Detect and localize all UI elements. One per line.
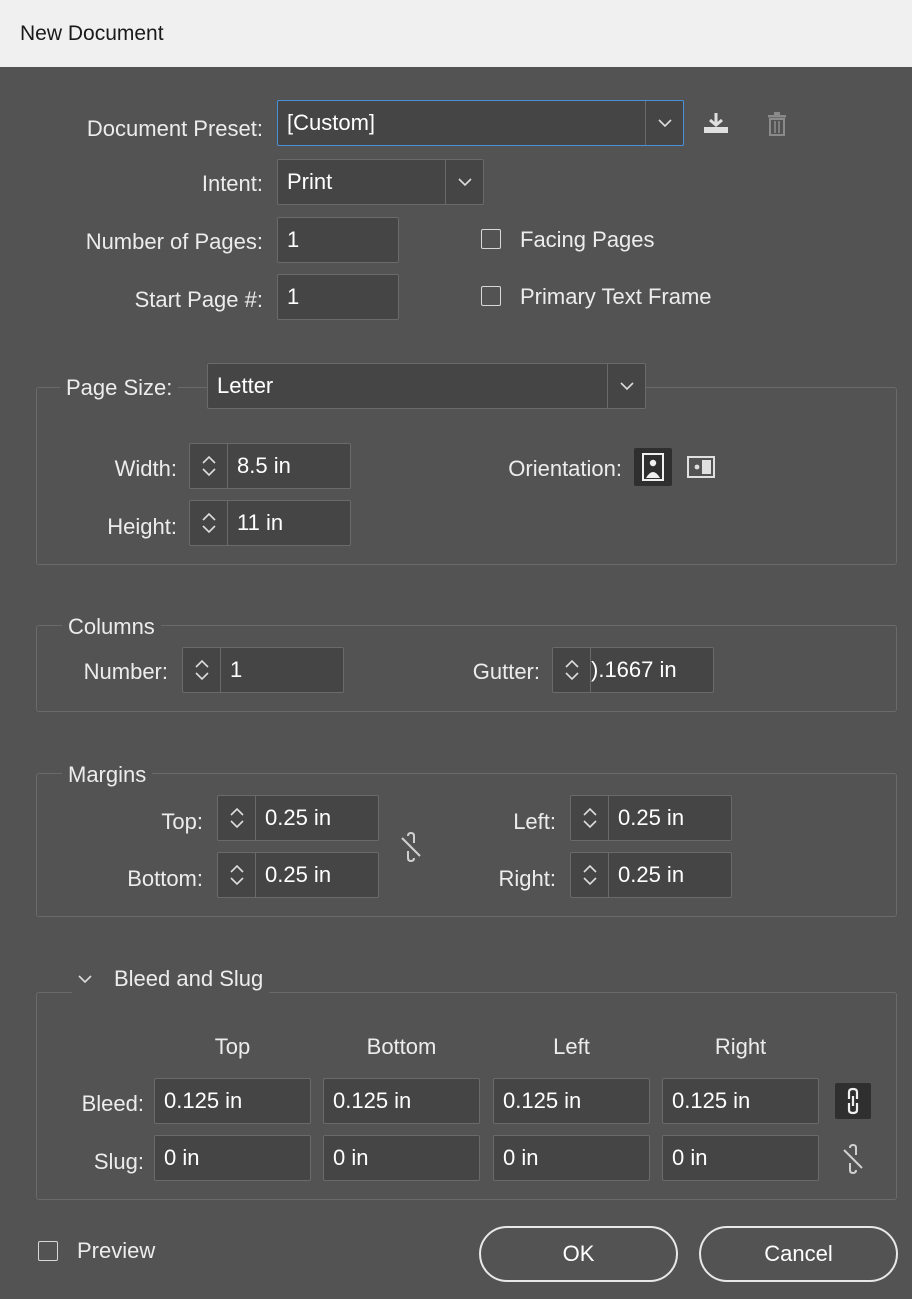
- facing-pages-label: Facing Pages: [520, 227, 655, 252]
- margin-top-label: Top:: [161, 809, 203, 834]
- ok-button[interactable]: OK: [479, 1226, 678, 1282]
- start-page-input[interactable]: 1: [277, 274, 399, 320]
- gutter-label: Gutter:: [472, 659, 540, 684]
- slug-top-value: 0 in: [164, 1145, 200, 1170]
- facing-pages-checkbox[interactable]: [481, 229, 501, 249]
- bleed-header-bottom: Bottom: [366, 1034, 437, 1059]
- preset-value: [Custom]: [287, 110, 376, 135]
- columns-number-input[interactable]: 1: [182, 647, 344, 693]
- stepper-icon[interactable]: [218, 853, 256, 897]
- bleed-right-input[interactable]: 0.125 in: [662, 1078, 819, 1124]
- cancel-button[interactable]: Cancel: [699, 1226, 898, 1282]
- gutter-input[interactable]: ).1667 in: [552, 647, 714, 693]
- bleed-slug-toggle[interactable]: Bleed and Slug: [72, 964, 270, 994]
- margin-bottom-value: 0.25 in: [265, 862, 332, 887]
- bleed-header-left: Left: [553, 1034, 590, 1059]
- margins-title: Margins: [62, 760, 153, 790]
- margin-right-value: 0.25 in: [618, 862, 685, 887]
- margin-bottom-label: Bottom:: [127, 866, 203, 891]
- chevron-down-icon[interactable]: [645, 101, 683, 145]
- preview-checkbox[interactable]: [38, 1241, 58, 1261]
- stepper-icon[interactable]: [571, 853, 609, 897]
- number-of-pages-label: Number of Pages:: [85, 229, 263, 254]
- slug-label: Slug:: [93, 1149, 144, 1174]
- broken-link-icon[interactable]: [836, 1142, 870, 1176]
- page-size-label: Page Size:: [60, 373, 179, 403]
- chevron-down-icon: [78, 974, 92, 983]
- link-icon[interactable]: [835, 1083, 871, 1119]
- bleed-bottom-value: 0.125 in: [333, 1088, 412, 1113]
- bleed-header-top: Top: [214, 1034, 251, 1059]
- stepper-icon[interactable]: [553, 648, 591, 692]
- height-value: 11 in: [237, 510, 284, 535]
- slug-right-value: 0 in: [672, 1145, 708, 1170]
- bleed-header-right: Right: [714, 1034, 767, 1059]
- columns-number-label: Number:: [83, 659, 168, 684]
- margin-left-value: 0.25 in: [618, 805, 685, 830]
- preview-label: Preview: [77, 1238, 156, 1263]
- stepper-icon[interactable]: [183, 648, 221, 692]
- number-of-pages-input[interactable]: 1: [277, 217, 399, 263]
- margin-top-value: 0.25 in: [265, 805, 332, 830]
- slug-bottom-value: 0 in: [333, 1145, 369, 1170]
- width-input[interactable]: 8.5 in: [189, 443, 351, 489]
- gutter-value: ).1667 in: [591, 657, 677, 682]
- margin-left-label: Left:: [513, 809, 556, 834]
- slug-right-input[interactable]: 0 in: [662, 1135, 819, 1181]
- slug-left-input[interactable]: 0 in: [493, 1135, 650, 1181]
- trash-icon[interactable]: [760, 107, 794, 141]
- slug-left-value: 0 in: [503, 1145, 539, 1170]
- broken-link-icon[interactable]: [394, 830, 428, 864]
- bleed-label: Bleed:: [81, 1091, 144, 1116]
- intent-value: Print: [287, 169, 333, 194]
- height-label: Height:: [107, 514, 177, 539]
- stepper-icon[interactable]: [190, 501, 228, 545]
- preset-label: Document Preset:: [86, 116, 263, 141]
- primary-text-frame-checkbox[interactable]: [481, 286, 501, 306]
- margin-top-input[interactable]: 0.25 in: [217, 795, 379, 841]
- columns-title: Columns: [62, 612, 161, 642]
- margin-right-label: Right:: [498, 866, 556, 891]
- bleed-left-value: 0.125 in: [503, 1088, 582, 1113]
- preset-dropdown[interactable]: [Custom]: [277, 100, 684, 146]
- number-of-pages-value: 1: [287, 227, 300, 252]
- margin-left-input[interactable]: 0.25 in: [570, 795, 732, 841]
- stepper-icon[interactable]: [218, 796, 256, 840]
- new-document-dialog: Document Preset: [Custom] Intent: Print …: [0, 67, 912, 1299]
- window-title: New Document: [0, 0, 912, 67]
- slug-bottom-input[interactable]: 0 in: [323, 1135, 480, 1181]
- page-size-value: Letter: [217, 373, 274, 398]
- slug-top-input[interactable]: 0 in: [154, 1135, 311, 1181]
- primary-text-frame-label: Primary Text Frame: [520, 284, 712, 309]
- stepper-icon[interactable]: [190, 444, 228, 488]
- margin-bottom-input[interactable]: 0.25 in: [217, 852, 379, 898]
- chevron-down-icon[interactable]: [445, 160, 483, 204]
- bleed-top-value: 0.125 in: [164, 1088, 243, 1113]
- chevron-down-icon[interactable]: [607, 364, 645, 408]
- bleed-top-input[interactable]: 0.125 in: [154, 1078, 311, 1124]
- bleed-right-value: 0.125 in: [672, 1088, 751, 1113]
- width-value: 8.5 in: [237, 453, 291, 478]
- intent-dropdown[interactable]: Print: [277, 159, 484, 205]
- start-page-label: Start Page #:: [134, 287, 263, 312]
- bleed-left-input[interactable]: 0.125 in: [493, 1078, 650, 1124]
- columns-number-value: 1: [230, 657, 243, 682]
- bleed-slug-title: Bleed and Slug: [114, 966, 264, 991]
- height-input[interactable]: 11 in: [189, 500, 351, 546]
- page-size-dropdown[interactable]: Letter: [207, 363, 646, 409]
- margin-right-input[interactable]: 0.25 in: [570, 852, 732, 898]
- margins-group: [36, 773, 897, 917]
- save-preset-icon[interactable]: [698, 107, 734, 141]
- orientation-label: Orientation:: [508, 456, 622, 481]
- landscape-icon[interactable]: [682, 450, 720, 484]
- width-label: Width:: [114, 456, 177, 481]
- bleed-bottom-input[interactable]: 0.125 in: [323, 1078, 480, 1124]
- stepper-icon[interactable]: [571, 796, 609, 840]
- portrait-icon[interactable]: [634, 448, 672, 486]
- intent-label: Intent:: [201, 171, 263, 196]
- start-page-value: 1: [287, 284, 300, 309]
